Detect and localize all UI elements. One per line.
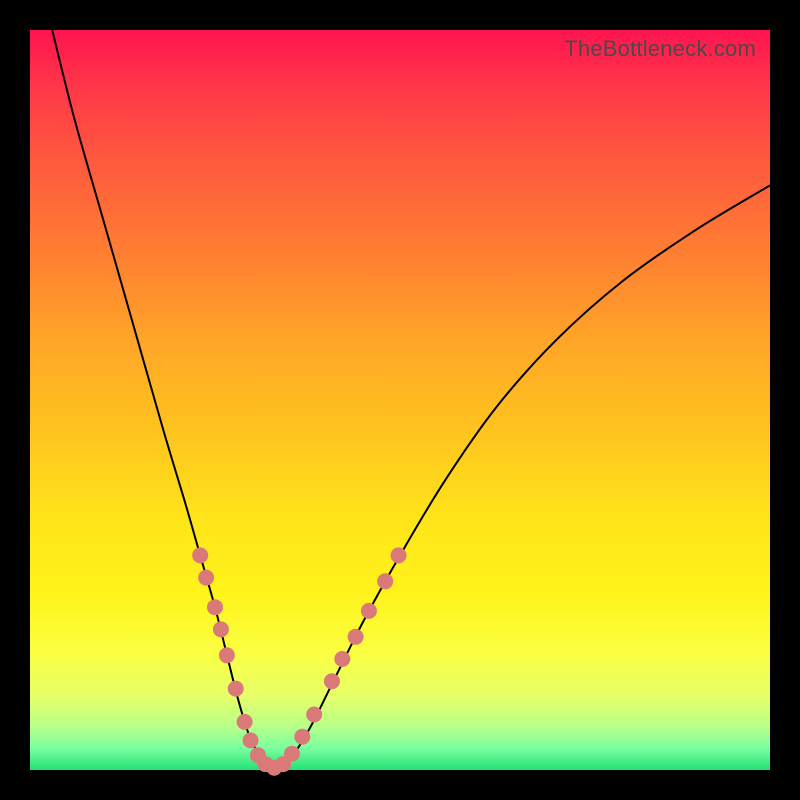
highlight-dot: [219, 647, 235, 663]
highlight-dots-group: [192, 547, 406, 775]
highlight-dot: [334, 651, 350, 667]
highlight-dot: [237, 714, 253, 730]
highlight-dot: [377, 573, 393, 589]
highlight-dot: [243, 732, 259, 748]
highlight-dot: [306, 707, 322, 723]
highlight-dot: [391, 547, 407, 563]
highlight-dot: [324, 673, 340, 689]
highlight-dot: [228, 681, 244, 697]
plot-area: TheBottleneck.com: [30, 30, 770, 770]
highlight-dot: [361, 603, 377, 619]
highlight-dot: [294, 729, 310, 745]
highlight-dot: [213, 621, 229, 637]
highlight-dot: [192, 547, 208, 563]
highlight-dot: [348, 629, 364, 645]
highlight-dot: [207, 599, 223, 615]
chart-frame: TheBottleneck.com: [0, 0, 800, 800]
bottleneck-curve-path: [52, 30, 770, 770]
highlight-dot: [284, 746, 300, 762]
chart-svg: [30, 30, 770, 770]
highlight-dot: [198, 570, 214, 586]
